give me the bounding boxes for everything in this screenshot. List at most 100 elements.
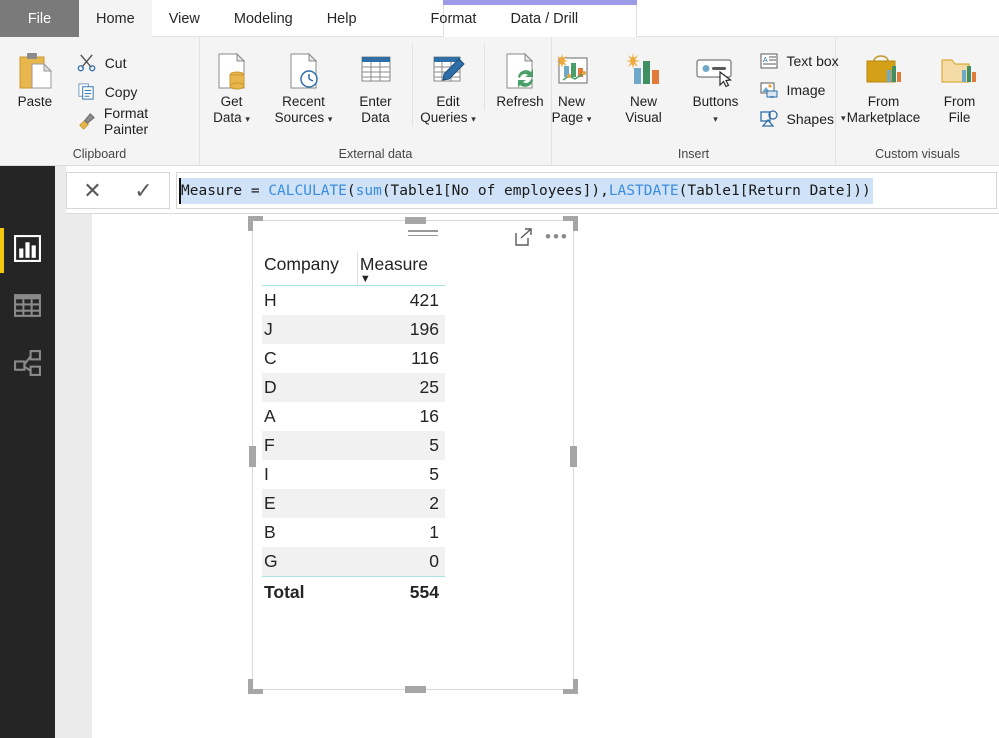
resize-handle-bottom[interactable]	[405, 686, 426, 693]
cell-measure: 421	[409, 290, 439, 310]
copy-label: Copy	[104, 83, 138, 100]
visual-header: •••	[253, 221, 573, 252]
formula-input[interactable]: Measure = CALCULATE(sum(Table1[No of emp…	[179, 177, 873, 204]
bar-chart-icon	[13, 234, 42, 268]
table-row[interactable]: C 116	[262, 344, 445, 373]
tab-home-label: Home	[96, 10, 135, 27]
table-row[interactable]: B 1	[262, 518, 445, 547]
cut-button[interactable]: Cut	[70, 48, 199, 77]
new-page-label-2: Page	[551, 110, 584, 125]
tab-file[interactable]: File	[0, 0, 79, 37]
column-header-company[interactable]: Company	[262, 252, 358, 286]
formula-token-0: Measure =	[181, 182, 269, 199]
tab-format-label: Format	[430, 10, 477, 27]
table-row[interactable]: G 0	[262, 547, 445, 577]
recent-sources-label-2: Sources	[274, 110, 325, 125]
resize-handle-bottom-right[interactable]	[563, 679, 578, 694]
tab-home[interactable]: Home	[79, 0, 152, 37]
marketplace-icon	[862, 48, 906, 94]
buttons-button[interactable]: Buttons ▾	[680, 44, 752, 126]
table-visual[interactable]: ••• Company Measure ▼ H 421 J 196 C 116 …	[248, 216, 578, 694]
sidebar-item-data-view[interactable]	[0, 279, 55, 336]
text-box-icon: A	[758, 50, 780, 72]
tab-format[interactable]: Format	[414, 0, 494, 37]
paste-button[interactable]: Paste	[0, 44, 70, 110]
enter-data-button[interactable]: Enter Data	[340, 44, 412, 126]
formula-accept-button[interactable]: ✓	[118, 173, 169, 208]
recent-sources-button[interactable]: Recent Sources ▾	[268, 44, 340, 126]
get-data-button[interactable]: Get Data ▾	[196, 44, 268, 126]
enter-data-label-2: Data	[361, 110, 390, 125]
new-page-icon	[551, 48, 593, 94]
tab-data-drill-label: Data / Drill	[510, 10, 579, 27]
active-indicator	[0, 228, 4, 273]
formula-bar-actions: ✕ ✓	[66, 172, 170, 209]
new-visual-label-2: Visual	[625, 110, 662, 125]
recent-sources-label-1: Recent	[282, 94, 325, 109]
copy-button[interactable]: Copy	[70, 77, 199, 106]
table-row[interactable]: J 196	[262, 315, 445, 344]
new-visual-button[interactable]: New Visual	[608, 44, 680, 126]
formula-input-wrap[interactable]: Measure = CALCULATE(sum(Table1[No of emp…	[176, 172, 997, 209]
resize-handle-top-left[interactable]	[248, 216, 263, 231]
column-header-measure[interactable]: Measure ▼	[356, 252, 445, 286]
table-row[interactable]: D 25	[262, 373, 445, 402]
table-row[interactable]: F 5	[262, 431, 445, 460]
formula-token-3: sum	[355, 182, 382, 199]
resize-handle-top-right[interactable]	[563, 216, 578, 231]
resize-handle-bottom-left[interactable]	[248, 679, 263, 694]
formula-cancel-button[interactable]: ✕	[67, 173, 118, 208]
tab-view[interactable]: View	[152, 0, 217, 37]
table-row[interactable]: H 421	[262, 286, 445, 316]
paste-label: Paste	[17, 94, 53, 109]
sidebar-item-model-view[interactable]	[0, 336, 55, 393]
filter-menu-icon[interactable]	[408, 230, 438, 239]
table-row[interactable]: I 5	[262, 460, 445, 489]
cell-measure: 5	[429, 464, 439, 484]
sidebar-top-spacer	[0, 166, 55, 214]
checkmark-icon: ✓	[134, 177, 153, 203]
get-data-label-1: Get	[220, 94, 243, 109]
cell-measure: 0	[357, 547, 445, 577]
ribbon-group-insert: New Page ▾ New Visual Buttons ▾ A Text b…	[552, 37, 846, 166]
cell-company: H	[264, 290, 277, 310]
buttons-label: Buttons	[692, 94, 739, 109]
tab-data-drill[interactable]: Data / Drill	[493, 0, 595, 37]
cell-company: E	[262, 489, 358, 518]
sidebar-item-report-view[interactable]	[0, 222, 55, 279]
total-label: Total	[262, 576, 358, 607]
resize-handle-left[interactable]	[249, 446, 256, 467]
table-row[interactable]: E 2	[262, 489, 445, 518]
chevron-down-icon: ▾	[245, 114, 250, 124]
format-painter-label: Format Painter	[103, 104, 149, 137]
ribbon-group-custom-visuals: From Marketplace From File Custom visual…	[836, 37, 999, 166]
formula-token-6: (Table1[Return Date]))	[678, 182, 871, 199]
tab-modeling[interactable]: Modeling	[217, 0, 310, 37]
sort-descending-icon[interactable]: ▼	[360, 274, 439, 285]
canvas-left-gutter	[55, 214, 92, 738]
table-wrap: Company Measure ▼ H 421 J 196 C 116 D 25…	[253, 252, 573, 607]
new-page-button[interactable]: New Page ▾	[536, 44, 608, 126]
chevron-down-icon: ▾	[327, 114, 333, 124]
edit-queries-button[interactable]: Edit Queries ▾	[411, 44, 484, 126]
resize-handle-top[interactable]	[405, 217, 426, 224]
shapes-label: Shapes	[786, 110, 834, 127]
cell-measure: 1	[429, 522, 439, 542]
enter-data-label-1: Enter	[359, 94, 392, 109]
new-page-label-1: New	[557, 94, 585, 109]
formula-token-4: (Table1[No of employees]),	[381, 182, 609, 199]
enter-data-icon	[356, 48, 396, 94]
tab-help[interactable]: Help	[310, 0, 374, 37]
format-painter-button[interactable]: Format Painter	[70, 104, 199, 137]
from-marketplace-label-2: Marketplace	[846, 110, 921, 125]
new-visual-icon	[623, 48, 665, 94]
resize-handle-right[interactable]	[570, 446, 577, 467]
from-marketplace-button[interactable]: From Marketplace	[842, 44, 926, 126]
edit-queries-label-2: Queries	[420, 110, 468, 125]
report-canvas[interactable]: ••• Company Measure ▼ H 421 J 196 C 116 …	[92, 214, 999, 738]
table-row[interactable]: A 16	[262, 402, 445, 431]
focus-mode-icon[interactable]	[515, 228, 533, 251]
text-box-label: Text box	[786, 52, 839, 69]
paste-icon	[14, 48, 56, 94]
from-file-button[interactable]: From File	[926, 44, 994, 126]
